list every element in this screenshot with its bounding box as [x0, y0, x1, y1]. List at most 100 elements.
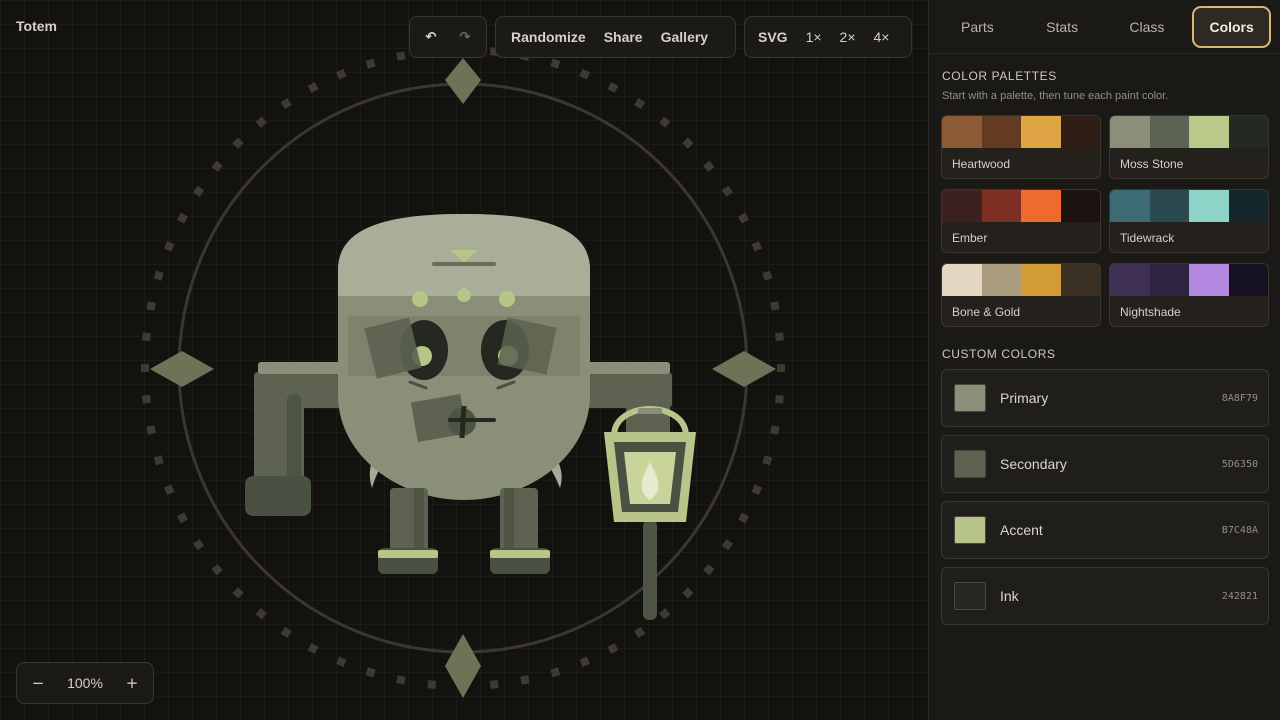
ring-dot — [427, 680, 437, 689]
gallery-button[interactable]: Gallery — [652, 22, 717, 52]
ring-dot — [396, 675, 406, 685]
tab-class[interactable]: Class — [1108, 6, 1187, 48]
color-chip[interactable] — [954, 516, 986, 544]
tab-colors[interactable]: Colors — [1192, 5, 1271, 48]
export-2x-button[interactable]: 2× — [831, 22, 865, 52]
palette-swatches — [1110, 264, 1268, 296]
palette-swatch — [1060, 264, 1100, 296]
ring-dot — [721, 539, 733, 551]
palettes-title: COLOR PALETTES — [942, 69, 1057, 83]
ring-dot — [336, 68, 347, 80]
ring-dot — [336, 656, 347, 668]
ring-dot — [193, 539, 205, 551]
palette-swatches — [1110, 116, 1268, 148]
palette-card-heartwood[interactable]: Heartwood — [941, 115, 1101, 179]
ring-dot — [659, 116, 671, 128]
compass-diamond-left — [150, 351, 214, 387]
ring-dot — [146, 425, 156, 435]
export-toolbar: SVG 1× 2× 4× — [744, 16, 912, 58]
ring-dot — [365, 58, 376, 69]
ring-dot — [177, 212, 188, 224]
ring-dot — [489, 680, 499, 689]
palette-card-ember[interactable]: Ember — [941, 189, 1101, 253]
palette-swatch — [1021, 190, 1061, 222]
ring-dot — [232, 137, 244, 149]
palette-swatch — [1228, 116, 1268, 148]
color-hex: 242821 — [1221, 590, 1258, 602]
totem-scene[interactable] — [0, 0, 928, 720]
palette-name: Heartwood — [952, 157, 1011, 171]
ring-dot — [607, 643, 619, 654]
compass-diamond-top — [445, 58, 481, 104]
ring-dot — [396, 51, 406, 61]
palette-swatch — [942, 190, 982, 222]
lantern — [604, 390, 696, 620]
ring-dot — [738, 212, 749, 224]
legs — [378, 488, 550, 574]
palette-card-tidewrack[interactable]: Tidewrack — [1109, 189, 1269, 253]
ring-dot — [751, 241, 763, 252]
color-name: Secondary — [1000, 456, 1067, 472]
zoom-level: 100% — [67, 675, 103, 691]
zoom-in-button[interactable]: + — [119, 670, 145, 696]
custom-color-accent[interactable]: Accent B7C48A — [941, 501, 1269, 559]
tab-stats[interactable]: Stats — [1023, 6, 1102, 48]
color-chip[interactable] — [954, 582, 986, 610]
tab-parts[interactable]: Parts — [938, 6, 1017, 48]
ring-dot — [721, 185, 733, 197]
ring-dot — [738, 512, 749, 524]
history-toolbar: ↶ ↷ — [409, 16, 487, 58]
color-hex: 5D6350 — [1221, 458, 1258, 470]
redo-icon[interactable]: ↷ — [448, 22, 482, 52]
zoom-out-button[interactable]: − — [25, 670, 51, 696]
palette-swatch — [1149, 116, 1189, 148]
color-name: Accent — [1000, 522, 1043, 538]
actions-toolbar: Randomize Share Gallery — [495, 16, 736, 58]
ring-dot — [634, 98, 646, 110]
palette-card-bone-gold[interactable]: Bone & Gold — [941, 263, 1101, 327]
color-name: Primary — [1000, 390, 1049, 406]
ring-dot — [280, 98, 292, 110]
palette-swatch — [1189, 190, 1229, 222]
palette-swatch — [1021, 116, 1061, 148]
palette-swatch — [981, 190, 1021, 222]
ring-dot — [142, 332, 151, 342]
ring-dot — [682, 137, 694, 149]
canvas[interactable]: Totem ↶ ↷ Randomize Share Gallery SVG 1×… — [0, 0, 928, 720]
color-chip[interactable] — [954, 384, 986, 412]
sidebar-tabs: Parts Stats Class Colors — [929, 0, 1280, 54]
share-button[interactable]: Share — [595, 22, 652, 52]
palette-name: Ember — [952, 231, 988, 245]
undo-icon[interactable]: ↶ — [414, 22, 448, 52]
ring-dot — [177, 512, 188, 524]
export-4x-button[interactable]: 4× — [865, 22, 899, 52]
ring-dot — [550, 58, 561, 69]
ring-dot — [232, 587, 244, 599]
custom-color-secondary[interactable]: Secondary 5D6350 — [941, 435, 1269, 493]
custom-colors-title: CUSTOM COLORS — [942, 347, 1056, 361]
ring-dot — [211, 564, 223, 576]
ring-dot — [307, 82, 319, 93]
ring-dot — [770, 425, 780, 435]
ring-dot — [163, 484, 175, 495]
ring-dot — [762, 455, 773, 466]
palette-swatch — [1060, 190, 1100, 222]
color-chip[interactable] — [954, 450, 986, 478]
ring-dot — [751, 484, 763, 495]
app-title: Totem — [16, 18, 57, 34]
palette-swatch — [1149, 264, 1189, 296]
color-name: Ink — [1000, 588, 1019, 604]
ring-dot — [607, 82, 619, 93]
ring-dot — [777, 364, 785, 372]
ring-dot — [682, 587, 694, 599]
compass-diamond-bottom — [445, 634, 481, 698]
palette-name: Nightshade — [1120, 305, 1181, 319]
custom-color-ink[interactable]: Ink 242821 — [941, 567, 1269, 625]
custom-color-primary[interactable]: Primary 8A8F79 — [941, 369, 1269, 427]
palette-card-nightshade[interactable]: Nightshade — [1109, 263, 1269, 327]
randomize-button[interactable]: Randomize — [502, 22, 595, 52]
export-1x-button[interactable]: 1× — [797, 22, 831, 52]
export-svg-button[interactable]: SVG — [749, 22, 797, 52]
palette-card-moss-stone[interactable]: Moss Stone — [1109, 115, 1269, 179]
palette-swatch — [981, 264, 1021, 296]
